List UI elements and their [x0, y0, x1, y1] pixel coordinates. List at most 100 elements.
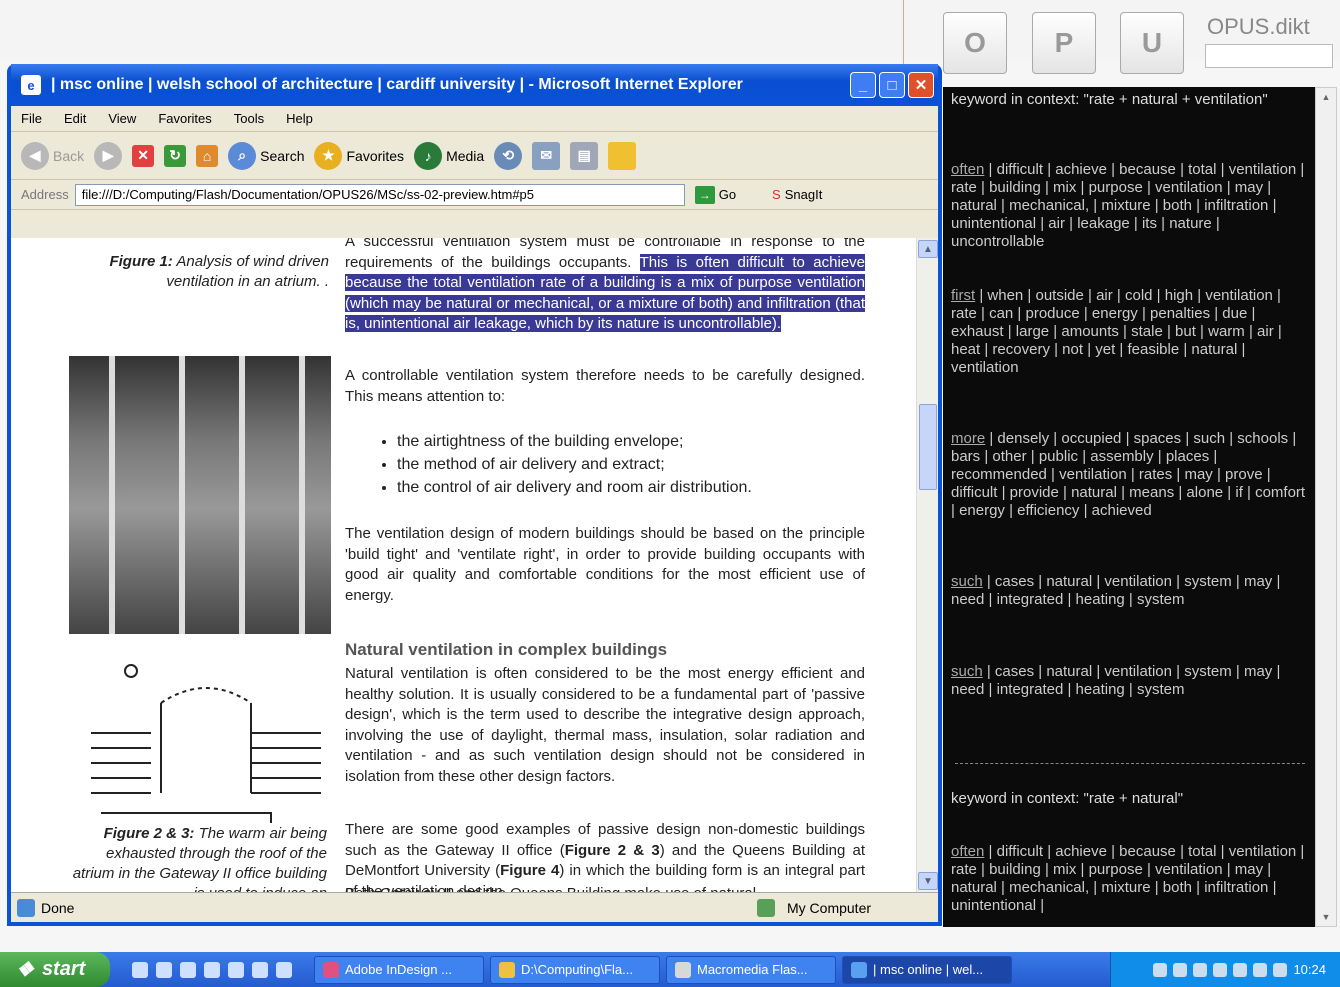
start-label: start — [41, 958, 86, 980]
kwic-entry[interactable]: often | difficult | achieve | because | … — [951, 161, 1306, 251]
scroll-thumb[interactable] — [919, 404, 937, 490]
kwic-entry[interactable]: often | difficult | achieve | because | … — [951, 843, 1306, 915]
stop-icon[interactable]: ✕ — [132, 144, 155, 167]
scroll-down-icon[interactable]: ▼ — [1316, 912, 1336, 922]
minimize-button[interactable]: _ — [850, 72, 876, 98]
scroll-up-icon[interactable]: ▲ — [918, 240, 938, 258]
kwic-link[interactable]: such — [951, 573, 983, 590]
status-bar: Done My Computer — [11, 892, 938, 922]
close-button[interactable]: ✕ — [908, 72, 934, 98]
flash-icon — [675, 961, 691, 978]
paragraph-1: A successful ventilation system must be … — [345, 238, 866, 335]
scroll-up-icon[interactable]: ▲ — [1316, 92, 1336, 102]
menu-favorites[interactable]: Favorites — [158, 111, 211, 126]
refresh-icon[interactable]: ↻ — [164, 144, 187, 167]
menu-file[interactable]: File — [21, 111, 42, 126]
keyword-title-1: keyword in context: "rate + natural + ve… — [951, 91, 1268, 108]
history-icon[interactable]: ⟲ — [494, 141, 523, 170]
kwic-entry[interactable]: such | cases | natural | ventilation | s… — [951, 573, 1306, 609]
menu-help[interactable]: Help — [286, 111, 313, 126]
media-button[interactable]: ♪ Media — [414, 141, 484, 170]
app-icon[interactable] — [180, 961, 196, 978]
star-icon: ★ — [314, 141, 343, 170]
menu-edit[interactable]: Edit — [64, 111, 86, 126]
task-ie[interactable]: | msc online | wel... — [842, 955, 1012, 984]
start-button[interactable]: ❖ start — [0, 952, 110, 987]
app-icon[interactable] — [276, 961, 292, 978]
desktop-icon[interactable] — [132, 961, 148, 978]
ie-icon[interactable] — [156, 961, 172, 978]
kwic-text: | difficult | achieve | because | total … — [951, 161, 1305, 250]
kwic-link[interactable]: often — [951, 843, 984, 860]
maximize-button[interactable]: □ — [879, 72, 905, 98]
tray-icon[interactable] — [1153, 962, 1168, 977]
search-button[interactable]: ⌕ Search — [228, 141, 304, 170]
kwic-link[interactable]: first — [951, 287, 975, 304]
task-flash[interactable]: Macromedia Flas... — [666, 955, 836, 984]
tray-icon[interactable] — [1213, 962, 1228, 977]
favorites-label: Favorites — [346, 147, 405, 164]
task-indesign[interactable]: Adobe InDesign ... — [314, 955, 484, 984]
menu-view[interactable]: View — [108, 111, 136, 126]
home-icon[interactable]: ⌂ — [196, 144, 219, 167]
kwic-entry[interactable]: more | densely | occupied | spaces | suc… — [951, 430, 1306, 520]
kwic-link[interactable]: more — [951, 430, 985, 447]
task-explorer[interactable]: D:\Computing\Fla... — [490, 955, 660, 984]
mail-icon[interactable]: ✉ — [532, 141, 561, 170]
status-text: Done — [41, 899, 75, 916]
go-label: Go — [718, 187, 737, 202]
scroll-down-icon[interactable]: ▼ — [918, 872, 938, 890]
airflow-diagram — [91, 664, 321, 823]
app-icon[interactable] — [252, 961, 268, 978]
indesign-icon — [323, 961, 339, 978]
photo-detail — [179, 356, 185, 634]
kwic-link[interactable]: such — [951, 663, 983, 680]
go-button[interactable]: → Go — [694, 185, 737, 204]
menu-tools[interactable]: Tools — [234, 111, 264, 126]
opus-o-button[interactable]: O — [943, 12, 1007, 74]
list-item: the control of air delivery and room air… — [397, 476, 752, 499]
forward-button[interactable]: ▶ — [94, 141, 123, 170]
computer-icon — [757, 898, 775, 917]
favorites-button[interactable]: ★ Favorites — [314, 141, 405, 170]
edit-icon[interactable] — [608, 141, 637, 170]
snagit-button[interactable]: S SnagIt — [772, 187, 822, 202]
kwic-entry[interactable]: first | when | outside | air | cold | hi… — [951, 287, 1306, 377]
photo-detail — [299, 356, 305, 634]
panel-scrollbar[interactable]: ▲ ▼ — [1315, 87, 1337, 927]
snagit-icon: S — [772, 187, 781, 202]
kwic-link[interactable]: often — [951, 161, 984, 178]
opus-p-button[interactable]: P — [1032, 12, 1096, 74]
tray-icon[interactable] — [1273, 962, 1288, 977]
opus-input[interactable] — [1205, 44, 1333, 68]
tray-icon[interactable] — [1233, 962, 1248, 977]
title-bar[interactable]: e | msc online | welsh school of archite… — [11, 64, 938, 106]
window-body: File Edit View Favorites Tools Help ◀ Ba… — [11, 106, 938, 922]
figure1-caption: Figure 1: Analysis of wind driven ventil… — [61, 252, 329, 292]
print-icon[interactable]: ▤ — [570, 141, 599, 170]
taskbar: ❖ start Adobe InDesign ... D:\Computing\… — [0, 952, 1340, 987]
window-title: | msc online | welsh school of architect… — [51, 76, 743, 93]
figure23-ref: Figure 2 & 3 — [564, 841, 660, 859]
tray-icon[interactable] — [1193, 962, 1208, 977]
back-button[interactable]: ◀ Back — [21, 141, 84, 170]
address-value: file:///D:/Computing/Flash/Documentation… — [81, 187, 535, 202]
search-icon: ⌕ — [228, 141, 257, 170]
section-heading: Natural ventilation in complex buildings — [345, 640, 668, 659]
paragraph-5: There are some good examples of passive … — [345, 820, 865, 892]
app-icon[interactable] — [228, 961, 244, 978]
address-input[interactable]: file:///D:/Computing/Flash/Documentation… — [74, 183, 685, 206]
windows-logo-icon: ❖ — [16, 959, 34, 981]
opus-u-button[interactable]: U — [1120, 12, 1184, 74]
photo-detail — [109, 356, 115, 634]
snagit-label: SnagIt — [784, 187, 823, 202]
tray-icon[interactable] — [1173, 962, 1188, 977]
kwic-entry[interactable]: such | cases | natural | ventilation | s… — [951, 663, 1306, 699]
figure4-ref: Figure 4 — [500, 862, 560, 879]
app-icon[interactable] — [204, 961, 220, 978]
system-tray: 10:24 — [1110, 952, 1340, 987]
list-item: the method of air delivery and extract; — [397, 453, 752, 476]
page-scrollbar[interactable]: ▲ ▼ — [916, 238, 938, 892]
tray-icon[interactable] — [1253, 962, 1268, 977]
photo-detail — [239, 356, 245, 634]
